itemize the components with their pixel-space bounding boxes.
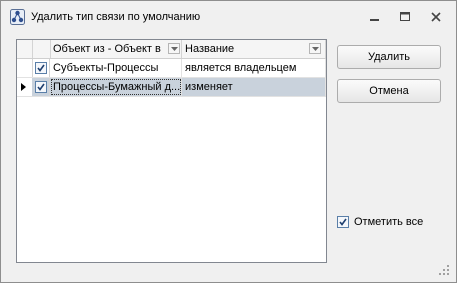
close-icon [431, 12, 441, 22]
row-checkbox[interactable] [35, 62, 47, 74]
row-checkbox[interactable] [35, 81, 47, 93]
relation-types-grid[interactable]: Объект из - Объект в Название Субъекты-П… [16, 39, 327, 263]
checkmark-icon [339, 218, 347, 226]
table-row[interactable]: Субъекты-Процессы является владельцем [17, 59, 326, 78]
relation-name-cell[interactable]: является владельцем [182, 59, 326, 77]
relation-name-cell[interactable]: изменяет [182, 78, 326, 96]
chevron-down-icon [312, 47, 319, 51]
column-header-label: Название [185, 43, 235, 55]
window-title: Удалить тип связи по умолчанию [31, 11, 201, 23]
row-checkbox-cell[interactable] [32, 78, 50, 96]
grid-header: Объект из - Объект в Название [17, 40, 326, 59]
minimize-button[interactable] [364, 8, 386, 26]
checkmark-icon [37, 83, 45, 91]
check-all-checkbox[interactable] [337, 216, 349, 228]
chevron-down-icon [171, 47, 178, 51]
close-button[interactable] [425, 8, 447, 26]
checkmark-icon [37, 64, 45, 72]
dialog-window: Удалить тип связи по умолчанию Объект из [0, 0, 457, 283]
row-selector-header [17, 40, 33, 58]
network-nodes-icon [10, 9, 25, 25]
object-pair-cell[interactable]: Субъекты-Процессы [50, 59, 182, 77]
maximize-button[interactable] [394, 8, 416, 26]
minimize-icon [370, 19, 379, 21]
checkbox-column-header[interactable] [32, 40, 51, 58]
column-filter-button[interactable] [309, 43, 321, 54]
title-bar[interactable]: Удалить тип связи по умолчанию [1, 1, 456, 31]
check-all-label[interactable]: Отметить все [354, 215, 423, 229]
maximize-icon [400, 12, 410, 21]
row-selector[interactable] [17, 78, 33, 96]
column-header-name[interactable]: Название [182, 40, 326, 58]
delete-button[interactable]: Удалить [337, 45, 441, 69]
table-row[interactable]: Процессы-Бумажный д... изменяет [17, 78, 326, 97]
object-pair-cell[interactable]: Процессы-Бумажный д... [50, 78, 182, 96]
column-filter-button[interactable] [168, 43, 180, 54]
column-header-object-pair[interactable]: Объект из - Объект в [50, 40, 182, 58]
current-row-arrow-icon [21, 83, 26, 91]
row-checkbox-cell[interactable] [32, 59, 50, 77]
cancel-button[interactable]: Отмена [337, 79, 441, 103]
row-selector[interactable] [17, 59, 33, 77]
resize-grip-icon[interactable] [438, 264, 450, 276]
column-header-label: Объект из - Объект в [53, 43, 161, 55]
